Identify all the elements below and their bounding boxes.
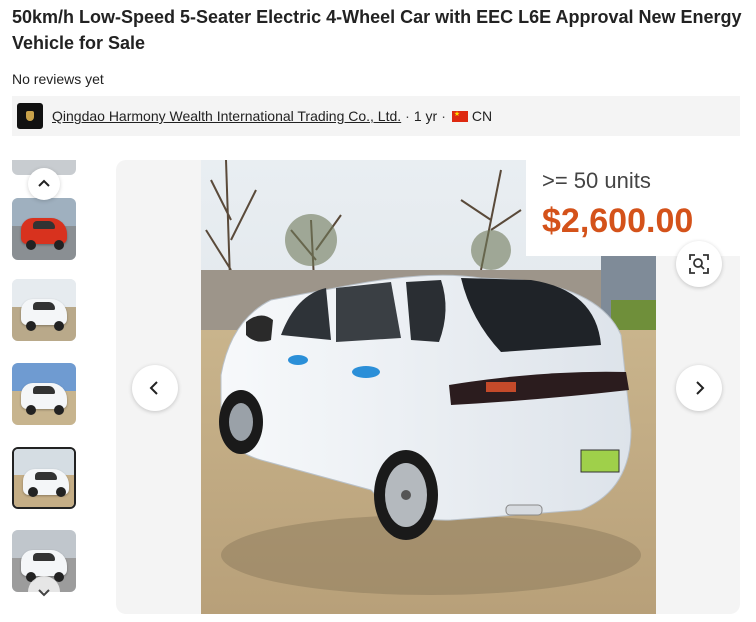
thumbnail-scroll-up-button[interactable] — [28, 168, 60, 200]
next-image-button[interactable] — [676, 365, 722, 411]
chevron-down-icon — [38, 589, 50, 597]
thumbnail-white-car-side[interactable] — [12, 363, 76, 425]
thumbnail-white-car-front[interactable] — [12, 279, 76, 341]
supplier-years: 1 yr — [413, 108, 438, 124]
image-search-icon — [689, 254, 709, 274]
product-title: 50km/h Low-Speed 5-Seater Electric 4-Whe… — [12, 7, 742, 53]
separator: · — [441, 108, 446, 124]
supplier-logo[interactable] — [17, 103, 43, 129]
previous-image-button[interactable] — [132, 365, 178, 411]
chevron-left-icon — [149, 381, 158, 395]
image-search-button[interactable] — [676, 241, 722, 287]
chevron-up-icon — [38, 179, 50, 187]
unit-price: $2,600.00 — [542, 202, 694, 240]
thumbnail-white-car-rear[interactable] — [12, 447, 76, 509]
supplier-name-link[interactable]: Qingdao Harmony Wealth International Tra… — [52, 108, 401, 124]
supplier-bar: Qingdao Harmony Wealth International Tra… — [12, 96, 740, 136]
separator: · — [405, 108, 410, 124]
thumbnail-red-car[interactable] — [12, 198, 76, 260]
supplier-country: CN — [471, 108, 493, 124]
china-flag-icon — [451, 110, 468, 122]
thumbnail-list — [12, 160, 76, 610]
thumbnail-scroll-down-button[interactable] — [28, 576, 60, 608]
price-quantity-tier: >= 50 units — [542, 168, 651, 193]
reviews-status: No reviews yet — [12, 71, 104, 87]
price-overlay: >= 50 units $2,600.00 — [526, 160, 740, 256]
chevron-right-icon — [696, 381, 705, 395]
